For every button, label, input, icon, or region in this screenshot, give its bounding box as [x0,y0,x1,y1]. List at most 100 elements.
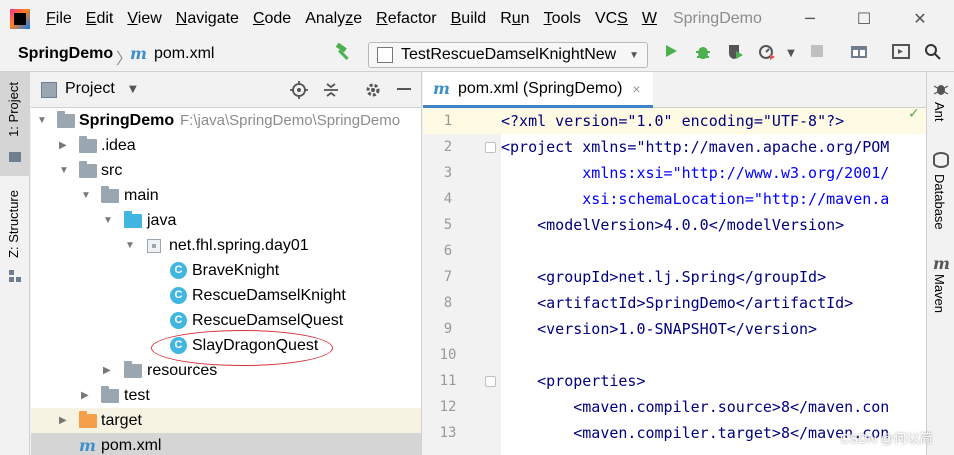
presentation-mode-icon[interactable] [890,43,912,65]
profile-icon[interactable] [756,43,778,65]
build-hammer-icon[interactable] [332,42,354,65]
close-window-icon[interactable]: ✕ [900,6,940,32]
tab-pom-xml[interactable]: m pom.xml (SpringDemo) × [423,72,653,108]
code-line[interactable]: <properties> [501,368,645,394]
fold-marker-icon[interactable] [485,142,496,153]
code-line[interactable]: <project xmlns="http://maven.apache.org/… [501,134,889,160]
menu-navigate[interactable]: Navigate [176,10,239,28]
run-config-name: TestRescueDamselKnightNew [401,46,617,63]
stop-icon[interactable] [806,43,828,65]
minimize-icon[interactable]: ─ [790,6,830,32]
breadcrumb-file[interactable]: pom.xml [154,45,214,63]
collapsed-arrow-icon: ▶ [59,140,67,151]
more-run-options-icon[interactable]: ▼ [780,43,802,65]
tab-database[interactable]: Database [932,174,947,230]
tree-item-project-root[interactable]: ▼ SpringDemo F:\java\SpringDemo\SpringDe… [31,108,421,133]
line-number: 12 [439,399,457,415]
run-icon[interactable] [660,43,682,65]
tree-item-label: java [147,212,177,229]
hide-panel-icon[interactable] [397,88,411,90]
chevron-down-icon[interactable]: ▼ [129,84,137,95]
line-number: 10 [439,347,457,363]
tree-item-path: F:\java\SpringDemo\SpringDemo [180,112,401,129]
menu-vcs[interactable]: VCS [595,10,628,28]
menu-view[interactable]: View [127,10,161,28]
project-view-icon [41,82,57,98]
editor-tab-bar: m pom.xml (SpringDemo) × [423,72,926,108]
project-tool-window: Project ▼ ▼ SpringDemo F:\java\SpringDem… [31,72,422,455]
tree-item-pom[interactable]: m pom.xml [31,433,421,455]
code-line[interactable]: <maven.compiler.target>8</maven.con [501,420,889,446]
code-line[interactable]: xmlns:xsi="http://www.w3.org/2001/ [501,160,889,186]
gear-icon[interactable] [364,81,382,103]
run-configuration-selector[interactable]: TestRescueDamselKnightNew ▼ [368,42,648,68]
tree-item-class[interactable]: C RescueDamselKnight [31,283,421,308]
code-line[interactable]: <groupId>net.lj.Spring</groupId> [501,264,826,290]
tab-project[interactable]: 1: Project [6,82,21,137]
menu-file[interactable]: File [46,10,72,28]
menu-refactor[interactable]: Refactor [376,10,436,28]
resources-folder-icon [124,361,142,378]
collapse-all-icon[interactable] [322,81,340,103]
locate-file-icon[interactable] [290,81,308,103]
expanded-arrow-icon: ▼ [81,190,91,201]
project-panel-header: Project ▼ [31,72,421,108]
code-line[interactable]: <modelVersion>4.0.0</modelVersion> [501,212,844,238]
tree-item-package[interactable]: ▼ net.fhl.spring.day01 [31,233,421,258]
line-number: 13 [439,425,457,441]
tree-item-test[interactable]: ▶ test [31,383,421,408]
expanded-arrow-icon: ▼ [59,165,69,176]
collapsed-arrow-icon: ▶ [103,365,111,376]
tree-item-java[interactable]: ▼ java [31,208,421,233]
ant-icon [933,82,949,100]
tree-item-label: net.fhl.spring.day01 [169,237,309,254]
tree-item-target[interactable]: ▶ target [31,408,421,433]
line-number: 3 [443,165,453,181]
project-folder-icon [9,152,21,162]
tree-item-src[interactable]: ▼ src [31,158,421,183]
code-line[interactable]: <?xml version="1.0" encoding="UTF-8"?> [501,108,844,134]
search-icon[interactable] [922,43,944,65]
menu-tools[interactable]: Tools [544,10,581,28]
fold-marker-icon[interactable] [485,376,496,387]
menu-run[interactable]: Run [500,10,529,28]
chevron-down-icon: ▼ [629,49,639,61]
class-icon: C [170,312,187,329]
project-structure-icon[interactable] [848,43,870,65]
breadcrumb-project[interactable]: SpringDemo [18,45,113,63]
code-line[interactable]: <version>1.0-SNAPSHOT</version> [501,316,817,342]
editor-pane: m pom.xml (SpringDemo) × 1 2 3 4 5 6 7 8… [423,72,926,455]
maven-file-icon: m [79,436,96,455]
menu-window[interactable]: W [642,10,657,28]
tab-ant[interactable]: Ant [932,102,947,122]
tree-item-idea[interactable]: ▶ .idea [31,133,421,158]
code-line[interactable]: <artifactId>SpringDemo</artifactId> [501,290,853,316]
left-tool-stripe: 1: Project Z: Structure [0,72,30,455]
line-number: 9 [443,321,453,337]
tree-item-label: main [124,187,159,204]
tab-maven[interactable]: Maven [932,274,947,313]
expanded-arrow-icon: ▼ [37,115,47,126]
tree-item-label: SpringDemo [79,112,175,129]
code-line[interactable]: <maven.compiler.source>8</maven.con [501,394,889,420]
run-with-coverage-icon[interactable] [724,43,746,65]
code-line[interactable]: xsi:schemaLocation="http://maven.a [501,186,889,212]
maximize-icon[interactable]: ☐ [844,6,884,32]
tree-item-label: pom.xml [101,437,162,454]
tree-item-main[interactable]: ▼ main [31,183,421,208]
menu-code[interactable]: Code [253,10,291,28]
menu-analyze[interactable]: Analyze [305,10,362,28]
project-panel-title[interactable]: Project [65,80,115,98]
collapsed-arrow-icon: ▶ [59,415,67,426]
excluded-folder-icon [79,411,97,428]
close-icon[interactable]: × [632,81,640,97]
folder-icon [79,161,97,178]
menu-build[interactable]: Build [451,10,487,28]
tab-structure[interactable]: Z: Structure [6,190,21,258]
tree-item-class[interactable]: C BraveKnight [31,258,421,283]
debug-icon[interactable] [692,43,714,65]
menu-edit[interactable]: Edit [86,10,114,28]
tree-item-label: BraveKnight [192,262,280,279]
right-tool-stripe: Ant Database m Maven [926,72,954,455]
tree-item-label: RescueDamselKnight [192,287,346,304]
